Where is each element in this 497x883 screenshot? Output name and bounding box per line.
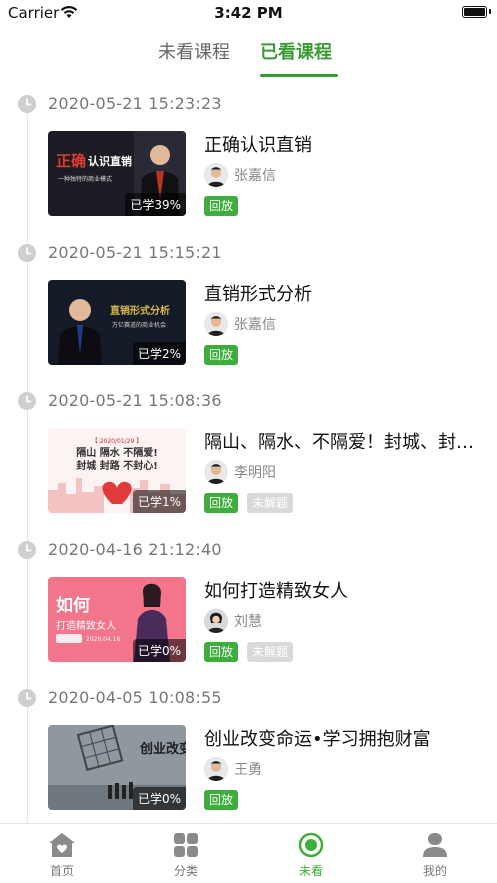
thumb-title-accent: 正确 — [56, 152, 86, 170]
course-thumbnail[interactable]: 如何打造精致女人 2020.04.16 已学0% — [48, 576, 186, 662]
course-title[interactable]: 创业改变命运•学习拥抱财富 — [204, 725, 479, 751]
clock-time: 3:42 PM — [214, 4, 283, 22]
teacher-avatar — [204, 163, 228, 187]
clock-icon — [18, 95, 36, 113]
progress-badge: 已学39% — [125, 193, 186, 216]
nav-category-label: 分类 — [173, 864, 198, 878]
course-entry[interactable]: 2020-05-21 15:23:23 正确 认识直销 一种独特的商业模式 已学39% 正… — [0, 94, 497, 243]
teacher-avatar — [204, 460, 228, 484]
record-icon — [298, 832, 324, 858]
teacher-avatar — [204, 608, 228, 633]
course-title[interactable]: 隔山、隔水、不隔爱！封城、封路、不封心 — [204, 428, 479, 454]
clock-icon — [18, 243, 36, 262]
thumb-date: 2020.04.16 — [86, 636, 121, 643]
course-title[interactable]: 直销形式分析 — [204, 280, 479, 306]
teacher-avatar — [204, 757, 228, 781]
course-thumbnail[interactable]: 正确 认识直销一种独特的商业模式已学39% — [48, 131, 186, 216]
replay-tag: 回放 — [204, 344, 239, 365]
watch-time: 2020-05-21 15:15:21 — [48, 242, 222, 262]
course-title[interactable]: 正确认识直销 — [204, 131, 479, 157]
watch-time: 2020-05-21 15:23:23 — [48, 94, 222, 113]
course-title[interactable]: 如何打造精致女人 — [204, 577, 479, 603]
watch-time: 2020-04-05 10:08:55 — [48, 688, 222, 707]
nav-category[interactable]: 分类 — [146, 832, 226, 879]
course-entry[interactable]: 2020-04-16 21:12:40 如何 打造精致女人 2020.04.16 已学0… — [0, 539, 497, 689]
battery-tip — [489, 9, 491, 14]
unsolved-tag: 未解题 — [247, 641, 294, 662]
thumb-subtitle: 打造精致女人 — [56, 619, 116, 632]
thumb-title-main: 直销形式分析 — [110, 304, 170, 317]
thumb-date: 【 2020/01/29 】 — [92, 438, 142, 445]
course-entry[interactable]: 2020-05-21 15:08:36 【 2020/01/29 】隔山 隔水 不… — [0, 391, 497, 540]
bottom-tab-bar: 首页 分类 未看 我的 — [0, 823, 497, 883]
unsolved-tag: 未解题 — [247, 493, 294, 513]
teacher-avatar — [204, 311, 228, 336]
battery-icon — [462, 6, 487, 18]
progress-badge: 已学0% — [132, 638, 186, 662]
grid-icon — [174, 833, 198, 857]
teacher-name: 刘慧 — [234, 613, 262, 630]
status-bar: Carrier 3:42 PM — [0, 0, 497, 26]
user-icon — [423, 833, 447, 857]
teacher-name: 张嘉信 — [234, 316, 276, 333]
course-entry[interactable]: 2020-04-05 10:08:55 创业改变命运已学0% 创业改变命运•学习拥抱… — [0, 688, 497, 837]
teacher-name: 张嘉信 — [234, 168, 276, 184]
progress-badge: 已学0% — [132, 787, 186, 810]
replay-tag: 回放 — [204, 493, 239, 513]
thumb-subtitle: 一种独特的商业模式 — [58, 175, 112, 183]
watch-time: 2020-04-16 21:12:40 — [48, 539, 222, 559]
replay-tag: 回放 — [204, 790, 239, 810]
home-icon — [49, 833, 75, 857]
tab-active-indicator — [260, 74, 338, 77]
clock-icon — [18, 540, 36, 559]
replay-tag: 回放 — [204, 641, 239, 662]
thumb-title-main: 如何 — [56, 595, 90, 616]
watch-time: 2020-05-21 15:08:36 — [48, 391, 222, 410]
thumb-title-main: 创业改变命运 — [139, 741, 186, 757]
replay-tag: 回放 — [204, 196, 239, 216]
course-tabs: 未看课程 已看课程 — [0, 38, 497, 78]
nav-home-label: 首页 — [49, 864, 74, 878]
clock-icon — [18, 689, 36, 707]
tab-unwatched-courses[interactable]: 未看课程 — [158, 38, 230, 64]
course-thumbnail[interactable]: 【 2020/01/29 】隔山 隔水 不隔爱! 封城 封路 不封心! 已学1% — [48, 428, 186, 513]
thumb-line-1: 隔山 隔水 不隔爱! — [76, 446, 158, 459]
clock-icon — [18, 392, 36, 410]
tab-watched-courses[interactable]: 已看课程 — [260, 38, 332, 64]
teacher-name: 王勇 — [234, 762, 262, 778]
thumb-title-main: 认识直销 — [88, 154, 132, 168]
nav-unwatched[interactable]: 未看 — [271, 832, 351, 879]
nav-unwatched-label: 未看 — [298, 864, 323, 878]
nav-mine[interactable]: 我的 — [395, 832, 475, 879]
thumb-subtitle: 万亿赛道的商业机会 — [112, 321, 166, 329]
nav-home[interactable]: 首页 — [22, 832, 102, 879]
nav-mine-label: 我的 — [422, 864, 447, 878]
course-thumbnail[interactable]: 创业改变命运已学0% — [48, 725, 186, 810]
teacher-name: 李明阳 — [234, 465, 276, 481]
thumb-line-2: 封城 封路 不封心! — [76, 459, 158, 472]
progress-badge: 已学2% — [132, 341, 186, 365]
progress-badge: 已学1% — [132, 490, 186, 513]
course-thumbnail[interactable]: 直销形式分析万亿赛道的商业机会已学2% — [48, 279, 186, 365]
course-entry[interactable]: 2020-05-21 15:15:21 直销形式分析 万亿赛道的商业机会 已学2% 直销… — [0, 242, 497, 392]
